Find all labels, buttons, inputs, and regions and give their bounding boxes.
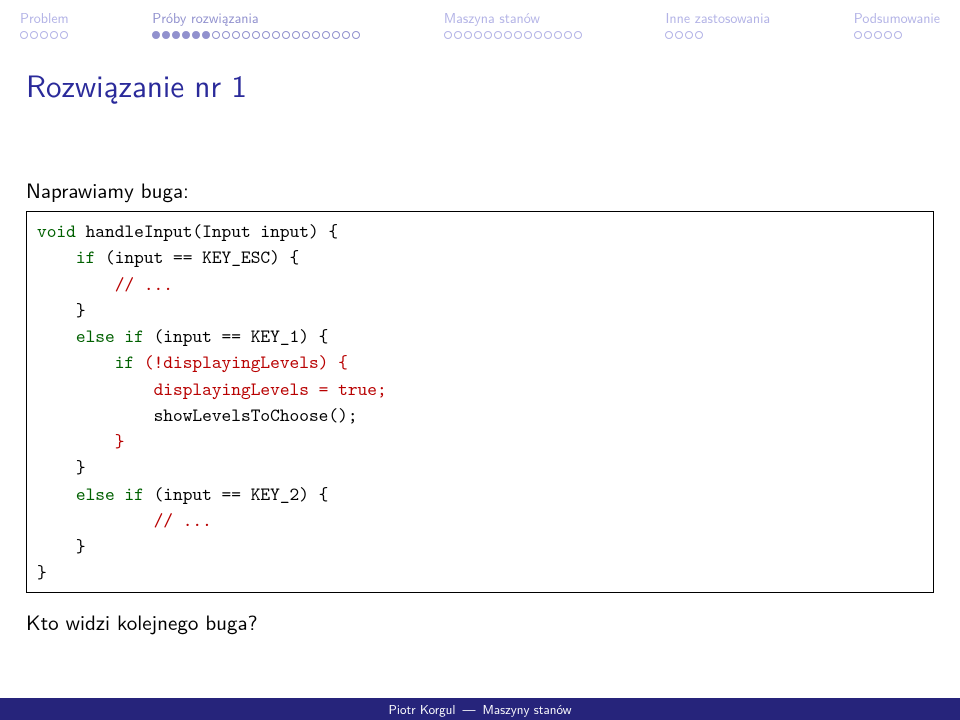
code-text: handleInput(Input input) {	[76, 218, 338, 243]
progress-dot	[172, 31, 180, 39]
nav-progress-dots	[152, 31, 360, 39]
nav-progress-dots	[444, 31, 582, 39]
progress-dot	[564, 31, 572, 39]
progress-dot	[675, 31, 683, 39]
code-highlight: }	[115, 428, 125, 453]
progress-dot	[342, 31, 350, 39]
nav-section[interactable]: Próby rozwiązania	[152, 8, 360, 39]
nav-progress-dots	[854, 31, 902, 39]
progress-dot	[494, 31, 502, 39]
code-text: showLevelsToChoose();	[154, 402, 358, 427]
progress-dot	[302, 31, 310, 39]
nav-progress-dots	[665, 31, 703, 39]
code-keyword: else if	[76, 481, 144, 506]
progress-dot	[695, 31, 703, 39]
progress-dot	[60, 31, 68, 39]
progress-dot	[242, 31, 250, 39]
code-highlight: (!displayingLevels) {	[134, 349, 348, 374]
code-text: }	[76, 533, 86, 558]
progress-dot	[282, 31, 290, 39]
progress-dot	[262, 31, 270, 39]
progress-dot	[20, 31, 28, 39]
code-text: }	[37, 559, 47, 584]
progress-dot	[444, 31, 452, 39]
nav-label: Próby rozwiązania	[152, 8, 258, 28]
nav-label: Problem	[20, 8, 69, 28]
code-text: }	[76, 297, 86, 322]
progress-dot	[252, 31, 260, 39]
nav-section[interactable]: Podsumowanie	[854, 8, 940, 39]
progress-dot	[212, 31, 220, 39]
progress-dot	[854, 31, 862, 39]
code-text: (input == KEY_2) {	[144, 481, 329, 506]
closing-text: Kto widzi kolejnego buga?	[26, 607, 934, 637]
code-text: (input == KEY_ESC) {	[95, 244, 299, 269]
progress-dot	[50, 31, 58, 39]
progress-dot	[665, 31, 673, 39]
progress-dot	[202, 31, 210, 39]
nav-label: Inne zastosowania	[665, 8, 770, 28]
progress-dot	[484, 31, 492, 39]
code-keyword: void	[37, 218, 76, 243]
progress-dot	[272, 31, 280, 39]
code-highlight: // ...	[115, 271, 173, 296]
progress-dot	[162, 31, 170, 39]
progress-dot	[322, 31, 330, 39]
progress-dot	[534, 31, 542, 39]
slide-body: Naprawiamy buga: void handleInput(Input …	[0, 115, 960, 637]
nav-label: Podsumowanie	[854, 8, 940, 28]
progress-dot	[40, 31, 48, 39]
progress-dot	[232, 31, 240, 39]
progress-dot	[574, 31, 582, 39]
footer-separator: —	[455, 700, 482, 719]
progress-dot	[864, 31, 872, 39]
progress-dot	[884, 31, 892, 39]
nav-label: Maszyna stanów	[444, 8, 540, 28]
progress-dot	[332, 31, 340, 39]
nav-progress-dots	[20, 31, 68, 39]
slide-title: Rozwiązanie nr 1	[0, 41, 960, 115]
progress-dot	[454, 31, 462, 39]
code-keyword: else if	[76, 323, 144, 348]
code-keyword: if	[115, 349, 134, 374]
progress-dot	[352, 31, 360, 39]
progress-dot	[474, 31, 482, 39]
nav-section[interactable]: Inne zastosowania	[665, 8, 770, 39]
progress-dot	[192, 31, 200, 39]
progress-dot	[544, 31, 552, 39]
progress-dot	[222, 31, 230, 39]
nav-section[interactable]: Problem	[20, 8, 69, 39]
progress-dot	[182, 31, 190, 39]
progress-dot	[685, 31, 693, 39]
progress-dot	[152, 31, 160, 39]
progress-dot	[514, 31, 522, 39]
footer-title: Maszyny stanów	[483, 700, 572, 719]
footer-bar: Piotr Korgul — Maszyny stanów	[0, 698, 960, 720]
footer-author: Piotr Korgul	[389, 700, 456, 719]
progress-dot	[30, 31, 38, 39]
code-highlight: displayingLevels = true;	[154, 376, 387, 401]
progress-dot	[504, 31, 512, 39]
code-highlight: // ...	[154, 507, 212, 532]
code-block: void handleInput(Input input) { if (inpu…	[26, 211, 934, 593]
code-text: (input == KEY_1) {	[144, 323, 329, 348]
code-text: }	[76, 454, 86, 479]
progress-dot	[894, 31, 902, 39]
lead-text: Naprawiamy buga:	[26, 175, 934, 205]
slide: { "nav": [ { "label": "Problem", "total"…	[0, 0, 960, 720]
progress-dot	[524, 31, 532, 39]
progress-dot	[554, 31, 562, 39]
nav-bar: Problem Próby rozwiązania Maszyna stanów In…	[0, 0, 960, 41]
progress-dot	[874, 31, 882, 39]
progress-dot	[464, 31, 472, 39]
nav-section[interactable]: Maszyna stanów	[444, 8, 582, 39]
code-keyword: if	[76, 244, 95, 269]
progress-dot	[312, 31, 320, 39]
progress-dot	[292, 31, 300, 39]
